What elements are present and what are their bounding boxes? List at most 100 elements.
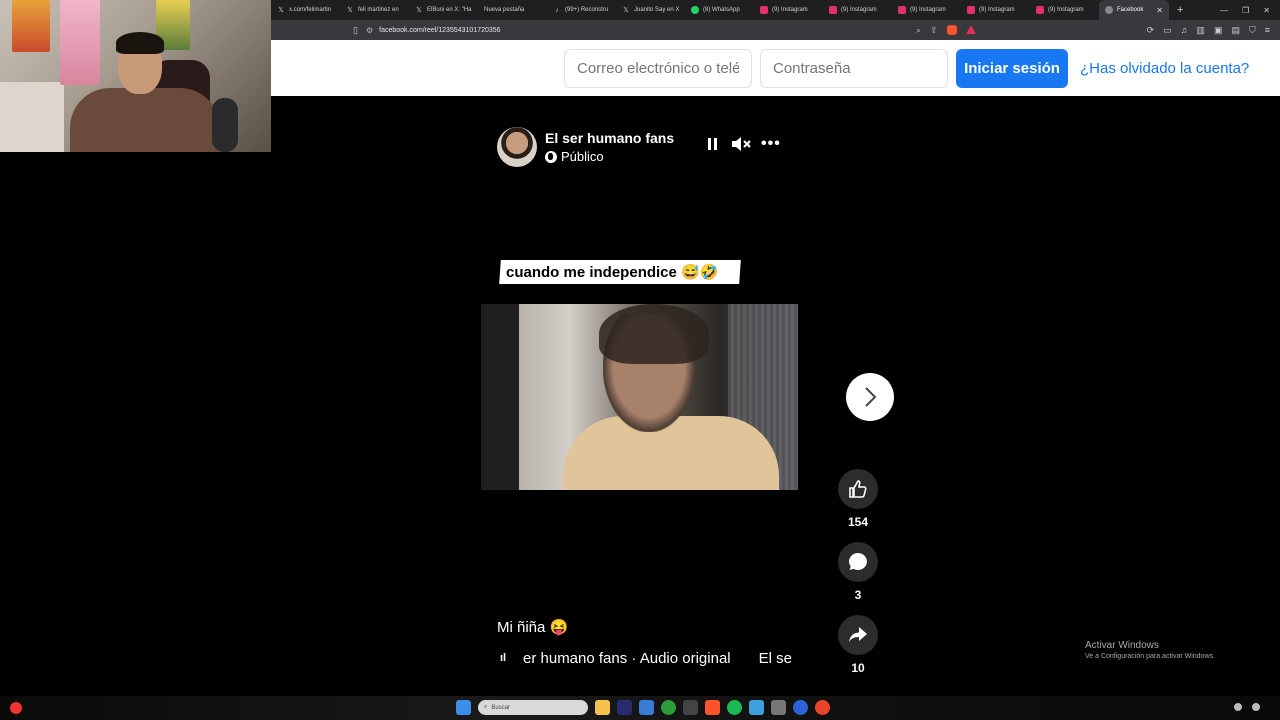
url-field[interactable]: ⚙ facebook.com/reel/1235543101720356 <box>366 23 906 37</box>
tray-icon[interactable] <box>1234 703 1242 711</box>
browser-tab[interactable]: (9) Instagram <box>823 0 892 20</box>
site-settings-icon[interactable]: ⚙ <box>366 26 373 35</box>
forgot-account-link[interactable]: ¿Has olvidado la cuenta? <box>1080 49 1249 88</box>
comment-count: 3 <box>854 588 862 602</box>
login-button[interactable]: Iniciar sesión <box>956 49 1068 88</box>
windows-start-icon[interactable] <box>456 700 471 715</box>
brave-icon[interactable] <box>705 700 720 715</box>
email-field[interactable] <box>564 49 752 88</box>
comment-icon <box>849 553 867 570</box>
avatar[interactable] <box>497 127 537 167</box>
tab-label: x.com/felimartin <box>289 7 332 13</box>
instagram-icon <box>967 6 975 14</box>
instagram-icon <box>760 6 768 14</box>
tabs-icon[interactable]: ▣ <box>1214 25 1223 36</box>
media-icon[interactable]: ♫ <box>1181 25 1188 36</box>
browser-tab[interactable]: (9) Instagram <box>1030 0 1099 20</box>
bookmark-icon[interactable]: ▯ <box>353 25 358 36</box>
vpn-icon[interactable]: ⛉ <box>1249 25 1256 36</box>
share-button[interactable] <box>838 615 878 655</box>
file-explorer-icon[interactable] <box>595 700 610 715</box>
share-arrow-icon <box>849 627 867 642</box>
whatsapp-icon <box>691 6 699 14</box>
taskbar-search[interactable]: ⌕ Buscar <box>478 700 588 715</box>
comment-button[interactable] <box>838 542 878 582</box>
brave-rewards-icon[interactable] <box>965 24 976 34</box>
sidebar-icon[interactable]: ▥ <box>1196 25 1205 36</box>
browser-tab[interactable]: 𝕏 Juanito Say en X <box>616 0 685 20</box>
url-bar-controls: ⌕ ⇪ <box>916 24 976 36</box>
tab-label: (9) Instagram <box>772 7 808 13</box>
webcam-poster <box>60 0 100 85</box>
x-logo-icon: 𝕏 <box>278 7 284 14</box>
minimize-icon[interactable]: — <box>1220 6 1228 15</box>
windows-taskbar: ⌕ Buscar <box>0 696 1280 720</box>
privacy-label: Público <box>561 149 604 164</box>
browser-tab[interactable]: (9) Instagram <box>754 0 823 20</box>
browser-tab[interactable]: 𝕏feli martinez en <box>340 0 409 20</box>
browser-tab[interactable]: 𝕏x.com/felimartin <box>271 0 340 20</box>
tab-label: Facebook <box>1117 7 1144 13</box>
url-text: facebook.com/reel/1235543101720356 <box>379 26 501 34</box>
browser-tab[interactable]: (8) WhatsApp <box>685 0 754 20</box>
webcam-desk <box>0 82 64 152</box>
reel-author[interactable]: El ser humano fans <box>545 130 674 146</box>
search-placeholder: Buscar <box>491 704 511 711</box>
close-window-icon[interactable]: ✕ <box>1263 6 1270 15</box>
caption-text: cuando me independice 😅🤣 <box>506 264 719 281</box>
share-icon[interactable]: ⇪ <box>930 25 938 36</box>
xbox-icon[interactable] <box>661 700 676 715</box>
x-logo-icon: 𝕏 <box>347 7 353 14</box>
privacy-indicator: Público <box>545 149 604 164</box>
chevron-right-icon <box>865 387 877 407</box>
browser-tab[interactable]: Nueva pestaña <box>478 0 547 20</box>
x-logo-icon: 𝕏 <box>416 7 422 14</box>
watermark-subtitle: Ve a Configuración para activar Windows. <box>1085 653 1215 660</box>
system-tray <box>1234 703 1260 711</box>
webcam-poster <box>12 0 50 52</box>
browser-tab[interactable]: 𝕏 ElBuni en X: "Ha <box>409 0 478 20</box>
weather-widget-icon[interactable] <box>10 702 22 714</box>
brave-shields-icon[interactable] <box>946 24 957 35</box>
next-reel-button[interactable] <box>846 373 894 421</box>
browser-tab[interactable]: (9) Instagram <box>892 0 961 20</box>
tray-icon[interactable] <box>1252 703 1260 711</box>
close-tab-icon[interactable]: ✕ <box>1156 6 1163 15</box>
pause-button[interactable] <box>708 138 718 150</box>
tab-label: (8) WhatsApp <box>703 7 740 13</box>
reel-audio-info[interactable]: ıl er humano fans · Audio original El se <box>500 649 792 667</box>
more-options-icon[interactable]: ••• <box>761 136 781 152</box>
x-logo-icon: 𝕏 <box>623 7 629 14</box>
extension-icon[interactable]: ⟳ <box>1147 25 1155 36</box>
tab-label: (9) Instagram <box>979 7 1015 13</box>
wallet-icon[interactable]: ▤ <box>1231 25 1240 36</box>
mute-icon[interactable] <box>730 135 752 153</box>
app-icon[interactable] <box>771 700 786 715</box>
share-count: 10 <box>851 661 865 675</box>
menu-icon[interactable]: ≡ <box>1265 25 1270 36</box>
restore-icon[interactable]: ❐ <box>1242 6 1249 15</box>
extension-icon[interactable]: ▭ <box>1163 25 1172 36</box>
app-icon[interactable] <box>749 700 764 715</box>
audio-label: er humano fans · Audio original <box>523 649 731 667</box>
browser-tab-active[interactable]: Facebook ✕ <box>1099 0 1169 20</box>
video-scene-door <box>481 304 519 490</box>
browser-tab[interactable]: ♪ (99+) Reconstru <box>547 0 616 20</box>
new-tab-button[interactable]: + <box>1169 4 1191 16</box>
app-icon[interactable] <box>683 700 698 715</box>
tab-label: (99+) Reconstru <box>565 7 609 13</box>
reel-caption-overlay: cuando me independice 😅🤣 <box>499 260 741 284</box>
app-icon[interactable] <box>815 700 830 715</box>
password-field[interactable] <box>760 49 948 88</box>
reel-video[interactable] <box>481 304 798 490</box>
store-icon[interactable] <box>639 700 654 715</box>
zoom-icon[interactable]: ⌕ <box>916 25 921 36</box>
spotify-icon[interactable] <box>727 700 742 715</box>
webcam-person-hair <box>116 32 164 54</box>
thumbs-up-icon <box>849 480 867 498</box>
browser-tab[interactable]: (9) Instagram <box>961 0 1030 20</box>
like-button[interactable] <box>838 469 878 509</box>
premiere-icon[interactable] <box>617 700 632 715</box>
app-icon[interactable] <box>793 700 808 715</box>
reel-header: El ser humano fans Público ••• <box>497 127 787 167</box>
